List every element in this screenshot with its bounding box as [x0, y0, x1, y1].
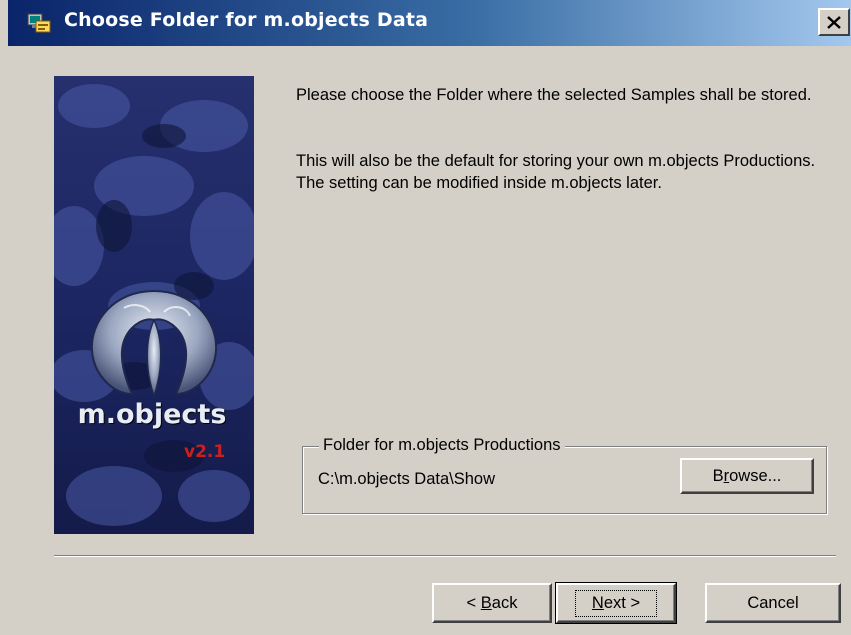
- cancel-button[interactable]: Cancel: [705, 583, 841, 623]
- back-button[interactable]: < Back: [432, 583, 552, 623]
- default-folder-note: This will also be the default for storin…: [296, 152, 816, 192]
- setup-wizard-icon: [26, 11, 54, 35]
- next-button[interactable]: Next >: [555, 582, 677, 624]
- title-bar[interactable]: Choose Folder for m.objects Data: [8, 0, 851, 46]
- logo-text: m.objects: [77, 399, 227, 430]
- browse-button[interactable]: Browse...: [680, 458, 814, 494]
- instruction-text: Please choose the Folder where the selec…: [296, 86, 812, 104]
- close-button[interactable]: [818, 8, 850, 36]
- browse-label: Browse...: [712, 466, 782, 485]
- back-label: < Back: [466, 593, 518, 612]
- next-label: Next >: [574, 589, 658, 617]
- folder-path: C:\m.objects Data\Show: [318, 470, 495, 488]
- product-banner-image: m.objects v2.1: [54, 76, 254, 534]
- choose-folder-dialog: Choose Folder for m.objects Data m.objec…: [0, 0, 851, 635]
- close-icon: [827, 15, 841, 29]
- folder-group-label: Folder for m.objects Productions: [319, 436, 565, 455]
- button-separator: [54, 555, 836, 557]
- cancel-label: Cancel: [747, 593, 799, 612]
- version-text: v2.1: [184, 442, 226, 462]
- window-title: Choose Folder for m.objects Data: [64, 9, 429, 31]
